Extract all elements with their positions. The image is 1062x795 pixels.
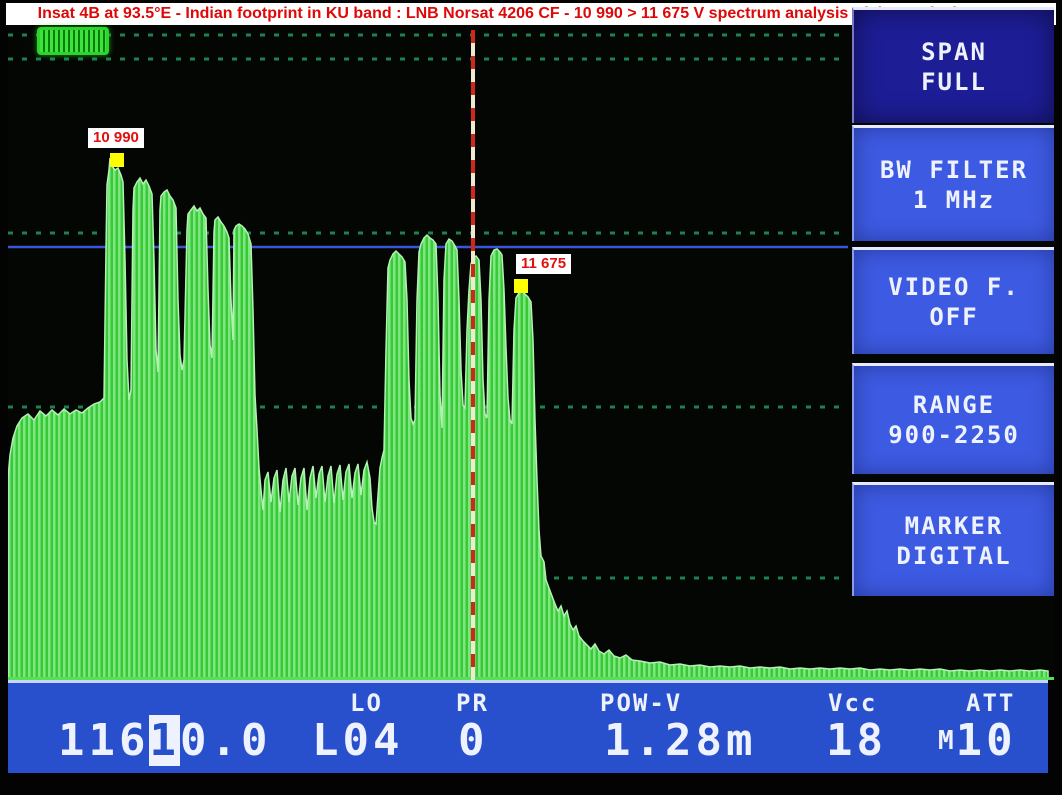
frequency-digits: 116 — [58, 715, 149, 766]
button-label: 900-2250 — [888, 420, 1020, 450]
button-label: RANGE — [913, 390, 995, 420]
marker-point-11675 — [514, 279, 528, 293]
att-mode-prefix: M — [938, 726, 954, 756]
button-label: OFF — [929, 302, 978, 332]
marker-label-10990: 10 990 — [88, 128, 144, 148]
span-full-button[interactable]: SPAN FULL — [852, 7, 1054, 123]
vcc-value: 18 — [826, 715, 887, 766]
pr-value: 0 — [458, 715, 489, 766]
button-label: BW FILTER — [880, 155, 1028, 185]
frequency-digits: 0.0 — [180, 715, 271, 766]
button-label: MARKER — [905, 511, 1004, 541]
frequency-edit-cursor: 1 — [149, 715, 180, 766]
pow-v-label: POW-V — [600, 689, 682, 717]
marker-digital-button[interactable]: MARKER DIGITAL — [852, 482, 1054, 596]
range-button[interactable]: RANGE 900-2250 — [852, 363, 1054, 474]
analyzer-screen: Insat 4B at 93.5°E - Indian footprint in… — [0, 0, 1062, 795]
pow-v-value: 1.28m — [604, 715, 756, 766]
video-filter-button[interactable]: VIDEO F. OFF — [852, 247, 1054, 354]
status-bar: LO PR POW-V Vcc ATT 11610.0 L04 0 1.28m … — [8, 680, 1048, 773]
att-label: ATT — [966, 689, 1015, 717]
marker-label-11675: 11 675 — [516, 254, 571, 274]
bw-filter-button[interactable]: BW FILTER 1 MHz — [852, 125, 1054, 241]
att-number: 10 — [956, 715, 1017, 766]
vcc-label: Vcc — [828, 689, 877, 717]
marker-point-10990 — [110, 153, 124, 167]
pr-label: PR — [456, 689, 489, 717]
lo-label: LO — [350, 689, 383, 717]
button-label: FULL — [921, 67, 987, 97]
button-label: VIDEO F. — [888, 272, 1020, 302]
frequency-field[interactable]: 11610.0 — [58, 715, 271, 766]
button-label: 1 MHz — [913, 185, 995, 215]
button-label: DIGITAL — [896, 541, 1011, 571]
att-value: M10 — [938, 715, 1017, 766]
lo-value: L04 — [312, 715, 403, 766]
button-label: SPAN — [921, 37, 987, 67]
battery-full-icon — [37, 27, 109, 55]
